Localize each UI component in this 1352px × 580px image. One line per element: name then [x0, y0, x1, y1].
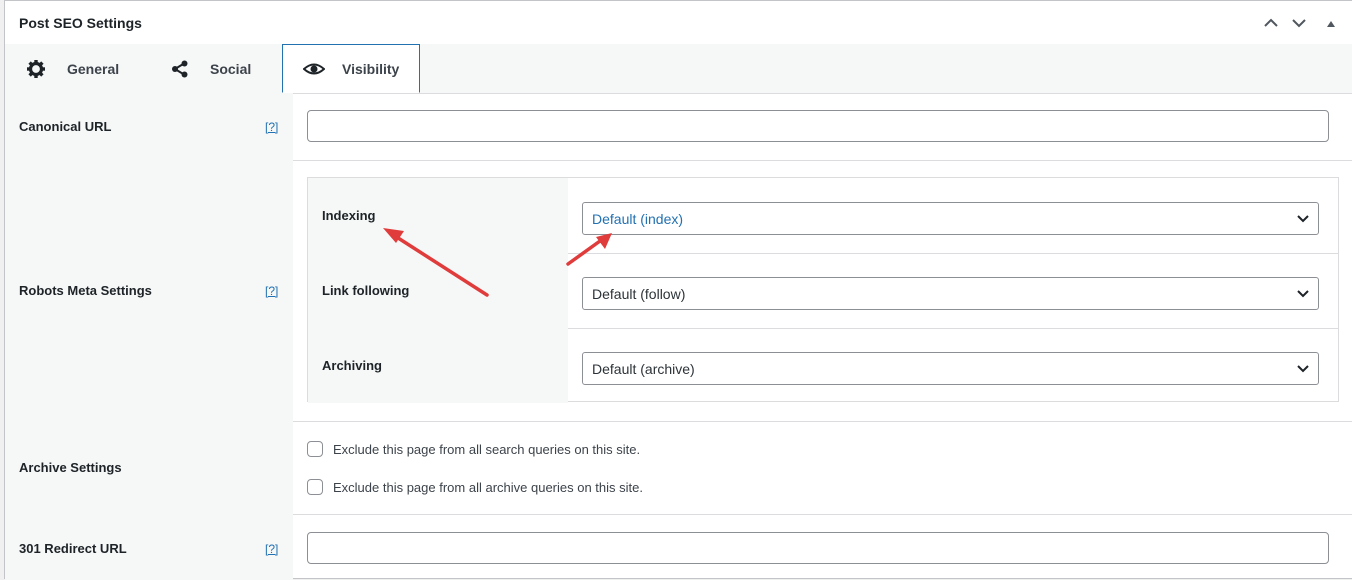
- toggle-panel-button[interactable]: [1321, 11, 1341, 35]
- redirect-url-row: 301 Redirect URL [?]: [5, 514, 1352, 580]
- archive-settings-row: Archive Settings Exclude this page from …: [5, 421, 1352, 515]
- archiving-select[interactable]: Default (archive): [582, 352, 1319, 385]
- canonical-url-label: Canonical URL: [19, 119, 112, 134]
- archiving-value: Default (archive): [592, 361, 695, 377]
- archiving-label: Archiving: [322, 358, 382, 373]
- indexing-select[interactable]: Default (index): [582, 202, 1319, 235]
- robots-help-link[interactable]: [?]: [265, 284, 278, 298]
- tab-visibility-label: Visibility: [342, 60, 400, 77]
- tab-general-label: General: [67, 60, 120, 77]
- chevron-down-icon: [1297, 215, 1309, 223]
- link-following-row: Link following Default (follow): [308, 253, 1338, 329]
- robots-meta-label: Robots Meta Settings: [19, 283, 152, 298]
- redirect-url-input[interactable]: [307, 532, 1329, 564]
- indexing-value: Default (index): [592, 211, 684, 227]
- tab-social[interactable]: Social: [169, 44, 251, 93]
- move-up-button[interactable]: [1259, 11, 1283, 35]
- exclude-search-option[interactable]: Exclude this page from all search querie…: [307, 441, 640, 457]
- exclude-archive-label: Exclude this page from all archive queri…: [333, 479, 643, 495]
- share-icon: [169, 58, 191, 80]
- exclude-archive-checkbox[interactable]: [307, 479, 323, 495]
- post-seo-settings-panel: Post SEO Settings General Social Visibil…: [4, 0, 1352, 580]
- tab-general[interactable]: General: [25, 44, 119, 93]
- tab-social-label: Social: [210, 60, 252, 77]
- indexing-row: Indexing Default (index): [308, 178, 1338, 254]
- robots-meta-table: Indexing Default (index) Link following …: [307, 177, 1339, 403]
- move-down-button[interactable]: [1287, 11, 1311, 35]
- panel-title: Post SEO Settings: [19, 15, 142, 31]
- chevron-down-icon: [1292, 19, 1306, 28]
- triangle-up-icon: [1327, 21, 1335, 27]
- chevron-down-icon: [1297, 365, 1309, 373]
- canonical-url-row: Canonical URL [?]: [5, 93, 1352, 161]
- archiving-row: Archiving Default (archive): [308, 328, 1338, 403]
- chevron-down-icon: [1297, 290, 1309, 298]
- eye-icon: [303, 58, 325, 80]
- tab-bar: General Social Visibility: [5, 44, 1352, 94]
- panel-header: Post SEO Settings: [5, 1, 1352, 45]
- exclude-search-label: Exclude this page from all search querie…: [333, 441, 641, 457]
- exclude-search-checkbox[interactable]: [307, 441, 323, 457]
- gear-icon: [25, 58, 47, 80]
- exclude-archive-option[interactable]: Exclude this page from all archive queri…: [307, 479, 643, 495]
- chevron-up-icon: [1264, 18, 1278, 27]
- link-following-value: Default (follow): [592, 286, 686, 302]
- archive-settings-label: Archive Settings: [19, 460, 122, 475]
- tab-visibility[interactable]: Visibility: [282, 44, 420, 93]
- redirect-url-label: 301 Redirect URL: [19, 541, 127, 556]
- redirect-help-link[interactable]: [?]: [265, 542, 278, 556]
- indexing-label: Indexing: [322, 208, 376, 223]
- link-following-select[interactable]: Default (follow): [582, 277, 1319, 310]
- link-following-label: Link following: [322, 283, 410, 298]
- robots-meta-row: Robots Meta Settings [?] Indexing Defaul…: [5, 160, 1352, 422]
- canonical-url-input[interactable]: [307, 110, 1329, 142]
- canonical-help-link[interactable]: [?]: [265, 120, 278, 134]
